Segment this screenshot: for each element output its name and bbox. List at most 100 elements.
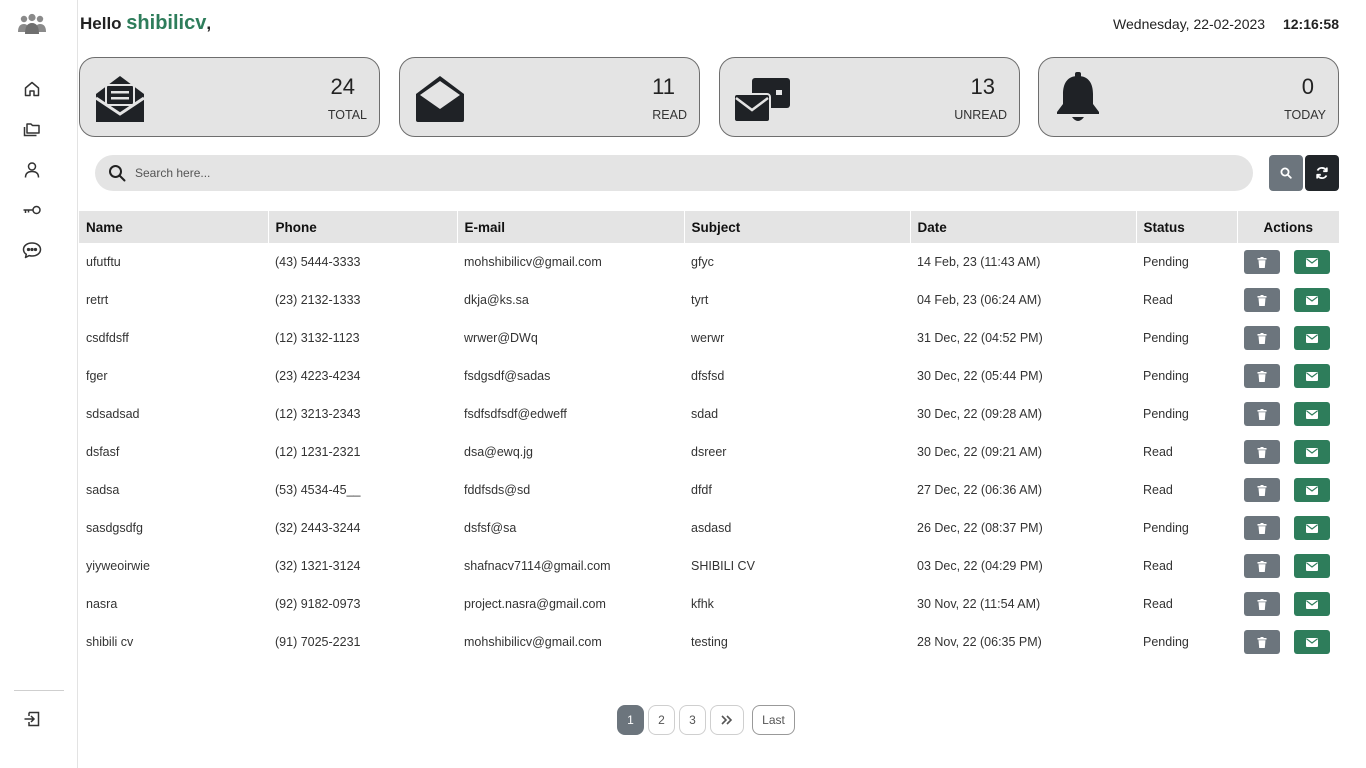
username: shibilicv xyxy=(126,12,207,34)
cell-status: Pending xyxy=(1143,407,1189,421)
cell-name: retrt xyxy=(86,293,109,307)
current-time: 12:16:58 xyxy=(1282,16,1339,32)
cell-status: Pending xyxy=(1143,521,1189,535)
trash-icon xyxy=(1257,598,1267,610)
page-button-1[interactable]: 1 xyxy=(617,705,644,735)
double-chevron-right-icon xyxy=(721,715,733,725)
envelope-icon xyxy=(1306,523,1318,533)
messages-table: Name Phone E-mail Subject Date Status Ac… xyxy=(79,211,1339,661)
cell-subject: testing xyxy=(691,635,728,649)
reply-email-button[interactable] xyxy=(1294,250,1330,274)
cell-date: 26 Dec, 22 (08:37 PM) xyxy=(917,521,1043,535)
key-icon[interactable] xyxy=(21,199,43,221)
cell-name: sdsadsad xyxy=(86,407,140,421)
reply-email-button[interactable] xyxy=(1294,288,1330,312)
next-page-button[interactable] xyxy=(710,705,744,735)
table-row: sdsadsad (12) 3213-2343 fsdfsdfsdf@edweff s… xyxy=(79,395,1339,433)
cell-date: 14 Feb, 23 (11:43 AM) xyxy=(917,255,1041,269)
cell-date: 30 Nov, 22 (11:54 AM) xyxy=(917,597,1041,611)
cell-phone: (12) 3213-2343 xyxy=(275,407,361,421)
column-header: Phone xyxy=(268,211,458,243)
search-input[interactable] xyxy=(135,155,1235,191)
cell-status: Read xyxy=(1143,293,1173,307)
cell-date: 31 Dec, 22 (04:52 PM) xyxy=(917,331,1043,345)
column-header: Name xyxy=(79,211,269,243)
stat-label: READ xyxy=(652,108,687,122)
cell-phone: (32) 2443-3244 xyxy=(275,521,361,535)
cell-email: shafnacv7114@gmail.com xyxy=(464,559,611,573)
search-button[interactable] xyxy=(1269,155,1303,191)
greeting-comma: , xyxy=(206,14,212,33)
cell-subject: gfyc xyxy=(691,255,714,269)
chat-icon[interactable] xyxy=(21,239,43,261)
delete-button[interactable] xyxy=(1244,288,1280,312)
stat-card-read: 11 READ xyxy=(399,57,700,137)
delete-button[interactable] xyxy=(1244,516,1280,540)
current-date: Wednesday, 22-02-2023 xyxy=(1113,16,1266,32)
cell-subject: asdasd xyxy=(691,521,732,535)
reply-email-button[interactable] xyxy=(1294,554,1330,578)
cell-subject: dsreer xyxy=(691,445,727,459)
stat-card-total: 24 TOTAL xyxy=(79,57,380,137)
envelope-icon xyxy=(1306,561,1318,571)
reply-email-button[interactable] xyxy=(1294,478,1330,502)
envelope-icon xyxy=(1306,637,1318,647)
cell-actions xyxy=(1237,509,1339,547)
cell-name: csdfdsff xyxy=(86,331,129,345)
envelope-icon xyxy=(1306,599,1318,609)
trash-icon xyxy=(1257,256,1267,268)
delete-button[interactable] xyxy=(1244,592,1280,616)
column-header: E-mail xyxy=(457,211,685,243)
team-logo-icon xyxy=(16,12,48,38)
cell-email: mohshibilicv@gmail.com xyxy=(464,255,602,269)
envelope-open-icon xyxy=(412,70,468,126)
reply-email-button[interactable] xyxy=(1294,364,1330,388)
cell-phone: (12) 1231-2321 xyxy=(275,445,361,459)
folders-icon[interactable] xyxy=(21,118,43,140)
refresh-button[interactable] xyxy=(1305,155,1339,191)
delete-button[interactable] xyxy=(1244,630,1280,654)
trash-icon xyxy=(1257,560,1267,572)
reply-email-button[interactable] xyxy=(1294,402,1330,426)
cell-status: Read xyxy=(1143,445,1173,459)
cell-actions xyxy=(1237,395,1339,433)
trash-icon xyxy=(1257,522,1267,534)
reply-email-button[interactable] xyxy=(1294,440,1330,464)
reply-email-button[interactable] xyxy=(1294,630,1330,654)
sidebar xyxy=(0,0,78,768)
trash-icon xyxy=(1257,484,1267,496)
page-button-2[interactable]: 2 xyxy=(648,705,675,735)
delete-button[interactable] xyxy=(1244,326,1280,350)
cell-actions xyxy=(1237,357,1339,395)
reply-email-button[interactable] xyxy=(1294,516,1330,540)
cell-subject: dfsfsd xyxy=(691,369,725,383)
delete-button[interactable] xyxy=(1244,554,1280,578)
home-icon[interactable] xyxy=(21,78,43,100)
last-page-button[interactable]: Last xyxy=(752,705,795,735)
cell-name: yiyweoirwie xyxy=(86,559,150,573)
user-icon[interactable] xyxy=(21,159,43,181)
cell-actions xyxy=(1237,281,1339,319)
table-row: sasdgsdfg (32) 2443-3244 dsfsf@sa asdasd 26 … xyxy=(79,509,1339,547)
cell-phone: (53) 4534-45__ xyxy=(275,483,361,497)
delete-button[interactable] xyxy=(1244,402,1280,426)
delete-button[interactable] xyxy=(1244,440,1280,464)
stat-label: TODAY xyxy=(1284,108,1326,122)
reply-email-button[interactable] xyxy=(1294,326,1330,350)
cell-actions xyxy=(1237,585,1339,623)
cell-email: fsdfsdfsdf@edweff xyxy=(464,407,567,421)
delete-button[interactable] xyxy=(1244,364,1280,388)
delete-button[interactable] xyxy=(1244,250,1280,274)
column-header: Date xyxy=(910,211,1137,243)
cell-date: 27 Dec, 22 (06:36 AM) xyxy=(917,483,1043,497)
search-bar xyxy=(95,155,1253,191)
reply-email-button[interactable] xyxy=(1294,592,1330,616)
page-button-3[interactable]: 3 xyxy=(679,705,706,735)
envelope-icon xyxy=(1306,447,1318,457)
delete-button[interactable] xyxy=(1244,478,1280,502)
envelopes-icon xyxy=(732,70,790,126)
search-icon xyxy=(108,164,126,182)
cell-subject: werwr xyxy=(691,331,725,345)
cell-date: 30 Dec, 22 (09:21 AM) xyxy=(917,445,1043,459)
logout-icon[interactable] xyxy=(21,708,43,730)
